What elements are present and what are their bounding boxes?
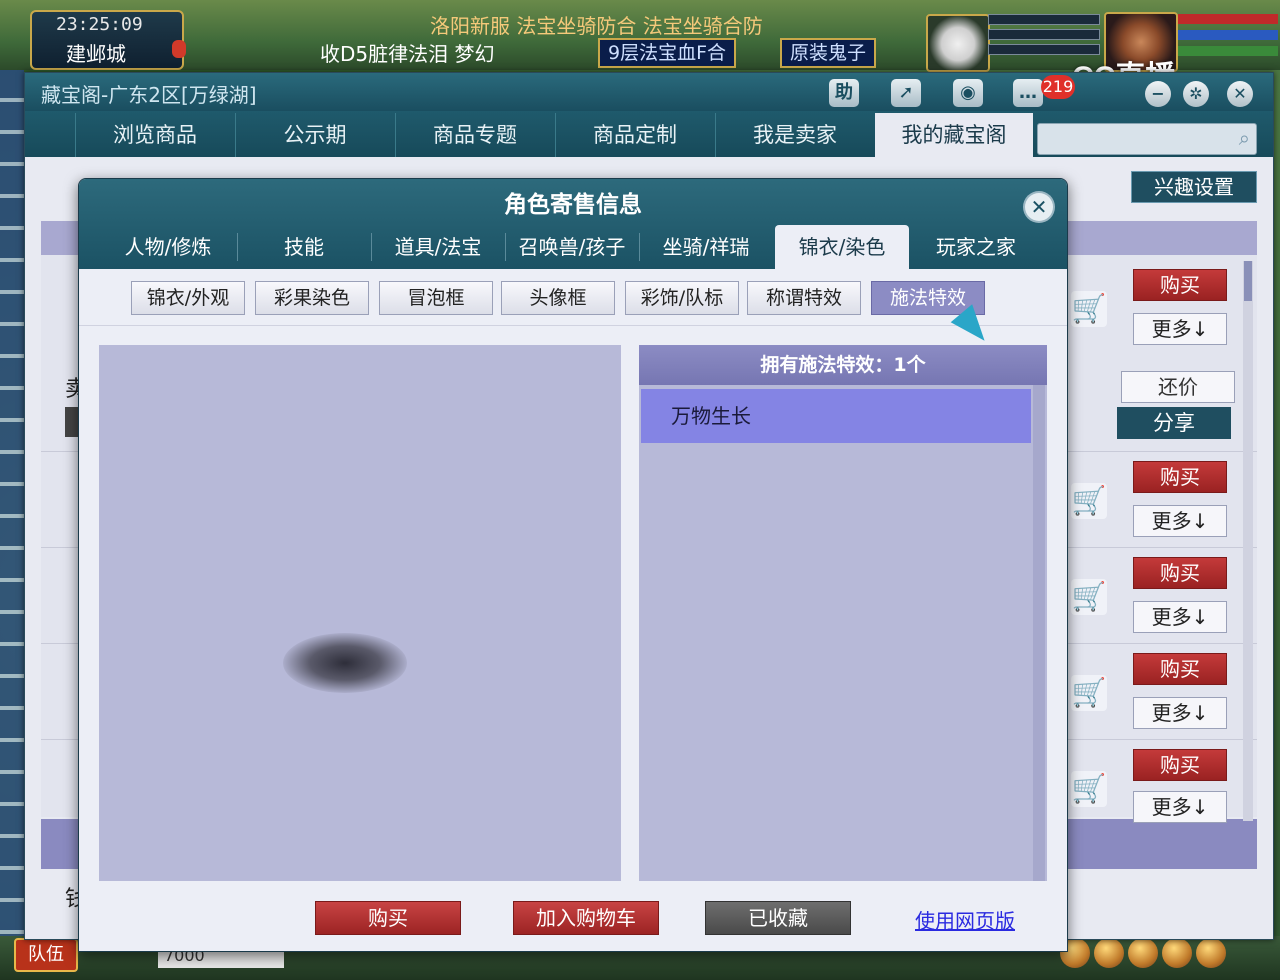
subtab-title-effect[interactable]: 称谓特效 [747, 281, 861, 315]
help-icon[interactable]: 助 [829, 79, 859, 107]
nav-tab-seller[interactable]: 我是卖家 [715, 113, 874, 157]
subtab-team-badge[interactable]: 彩饰/队标 [625, 281, 739, 315]
share-arrow-icon[interactable]: ➚ [891, 79, 921, 107]
tab-items[interactable]: 道具/法宝 [371, 225, 505, 269]
scrollbar-thumb[interactable] [1244, 261, 1252, 301]
cart-icon[interactable]: 🛒 [1071, 675, 1107, 711]
tray-icon[interactable] [1094, 938, 1124, 968]
pet-avatar[interactable] [926, 14, 990, 72]
buy-button[interactable]: 购买 [1133, 653, 1227, 685]
tab-mounts[interactable]: 坐骑/祥瑞 [639, 225, 773, 269]
role-sale-info-dialog: 角色寄售信息 ✕ 人物/修炼 技能 道具/法宝 召唤兽/孩子 坐骑/祥瑞 锦衣/… [78, 178, 1068, 952]
nav-tab-my-pavilion[interactable]: 我的藏宝阁 [875, 113, 1033, 157]
search-icon[interactable]: ⌕ [1239, 126, 1250, 150]
dialog-buy-button[interactable]: 购买 [315, 901, 461, 935]
window-title: 藏宝阁-广东2区[万绿湖] [41, 83, 257, 107]
nav-tab-browse[interactable]: 浏览商品 [75, 113, 234, 157]
cart-icon[interactable]: 🛒 [1071, 771, 1107, 807]
nav-tab-custom[interactable]: 商品定制 [555, 113, 714, 157]
search-input[interactable]: ⌕ [1037, 123, 1257, 155]
more-button[interactable]: 更多↓ [1133, 505, 1227, 537]
seller-marker [65, 407, 79, 437]
tab-character[interactable]: 人物/修炼 [101, 225, 235, 269]
stop-icon[interactable]: ◉ [953, 79, 983, 107]
add-to-cart-button[interactable]: 加入购物车 [513, 901, 659, 935]
tab-skills[interactable]: 技能 [237, 225, 371, 269]
ticker-bottom-text: 收D5脏律法泪 梦幻 [320, 42, 495, 66]
web-version-link[interactable]: 使用网页版 [915, 905, 1015, 934]
nav-tab-topics[interactable]: 商品专题 [395, 113, 554, 157]
interest-settings-button[interactable]: 兴趣设置 [1131, 171, 1257, 203]
effects-list-scrollbar[interactable] [1033, 385, 1045, 881]
more-button[interactable]: 更多↓ [1133, 791, 1227, 823]
ticker-chip: 原装鬼子 [780, 38, 877, 68]
buy-button[interactable]: 购买 [1133, 269, 1227, 301]
tab-player-home[interactable]: 玩家之家 [909, 225, 1043, 269]
list-scrollbar[interactable] [1243, 261, 1253, 821]
more-button[interactable]: 更多↓ [1133, 601, 1227, 633]
cart-icon[interactable]: 🛒 [1071, 579, 1107, 615]
main-nav: 浏览商品 公示期 商品专题 商品定制 我是卖家 我的藏宝阁 ⌕ [25, 111, 1273, 157]
character-shadow [283, 633, 407, 693]
subtab-outfit[interactable]: 锦衣/外观 [131, 281, 245, 315]
team-button[interactable]: 队伍 [14, 938, 78, 972]
tray-icon[interactable] [1162, 938, 1192, 968]
subtab-avatar-frame[interactable]: 头像框 [501, 281, 615, 315]
ticker-chip: 9层法宝血F合 [598, 38, 737, 68]
message-badge: 219 [1041, 75, 1075, 99]
dialog-title: 角色寄售信息 [504, 192, 642, 218]
gear-icon[interactable]: ✲ [1183, 81, 1209, 107]
message-icon[interactable]: … [1013, 79, 1043, 107]
buy-button[interactable]: 购买 [1133, 557, 1227, 589]
effect-list-item[interactable]: 万物生长 [641, 389, 1031, 443]
buy-button[interactable]: 购买 [1133, 749, 1227, 781]
close-icon[interactable]: ✕ [1227, 81, 1253, 107]
window-titlebar: 藏宝阁-广东2区[万绿湖] 助 ➚ ◉ … 219 − ✲ ✕ [25, 73, 1273, 111]
buy-button[interactable]: 购买 [1133, 461, 1227, 493]
player-status-bars [1178, 14, 1278, 66]
effects-list-panel: 拥有施法特效：1个 万物生长 [639, 345, 1047, 881]
lantern-icon [172, 40, 186, 58]
game-clock: 23:25:09 [56, 14, 143, 35]
share-button[interactable]: 分享 [1117, 407, 1231, 439]
tray-icon[interactable] [1196, 938, 1226, 968]
game-ticker: 洛阳新服 法宝坐骑防合 法宝坐骑合防 收D5脏律法泪 梦幻 9层法宝血F合 原装… [200, 6, 920, 68]
subtab-row: 锦衣/外观 彩果染色 冒泡框 头像框 彩饰/队标 称谓特效 施法特效 [79, 269, 1067, 326]
counter-offer-button[interactable]: 还价 [1121, 371, 1235, 403]
minimize-icon[interactable]: − [1145, 81, 1171, 107]
subtab-bubble-frame[interactable]: 冒泡框 [379, 281, 493, 315]
tab-summons[interactable]: 召唤兽/孩子 [505, 225, 639, 269]
cart-icon[interactable]: 🛒 [1071, 291, 1107, 327]
more-button[interactable]: 更多↓ [1133, 313, 1227, 345]
game-left-menu[interactable] [0, 70, 24, 940]
dialog-header: 角色寄售信息 ✕ 人物/修炼 技能 道具/法宝 召唤兽/孩子 坐骑/祥瑞 锦衣/… [79, 179, 1067, 269]
tab-outfits[interactable]: 锦衣/染色 [775, 225, 909, 269]
game-clock-panel: 23:25:09 建邺城 [30, 10, 184, 70]
cart-icon[interactable]: 🛒 [1071, 483, 1107, 519]
nav-tab-publicity[interactable]: 公示期 [235, 113, 394, 157]
favorited-button[interactable]: 已收藏 [705, 901, 851, 935]
game-city-name: 建邺城 [66, 42, 126, 66]
tray-icon[interactable] [1128, 938, 1158, 968]
effects-list-header: 拥有施法特效：1个 [639, 345, 1047, 385]
effect-preview [99, 345, 621, 881]
dialog-close-icon[interactable]: ✕ [1025, 193, 1053, 221]
ticker-top-text: 洛阳新服 法宝坐骑防合 法宝坐骑合防 [430, 14, 763, 38]
more-button[interactable]: 更多↓ [1133, 697, 1227, 729]
subtab-dye[interactable]: 彩果染色 [255, 281, 369, 315]
